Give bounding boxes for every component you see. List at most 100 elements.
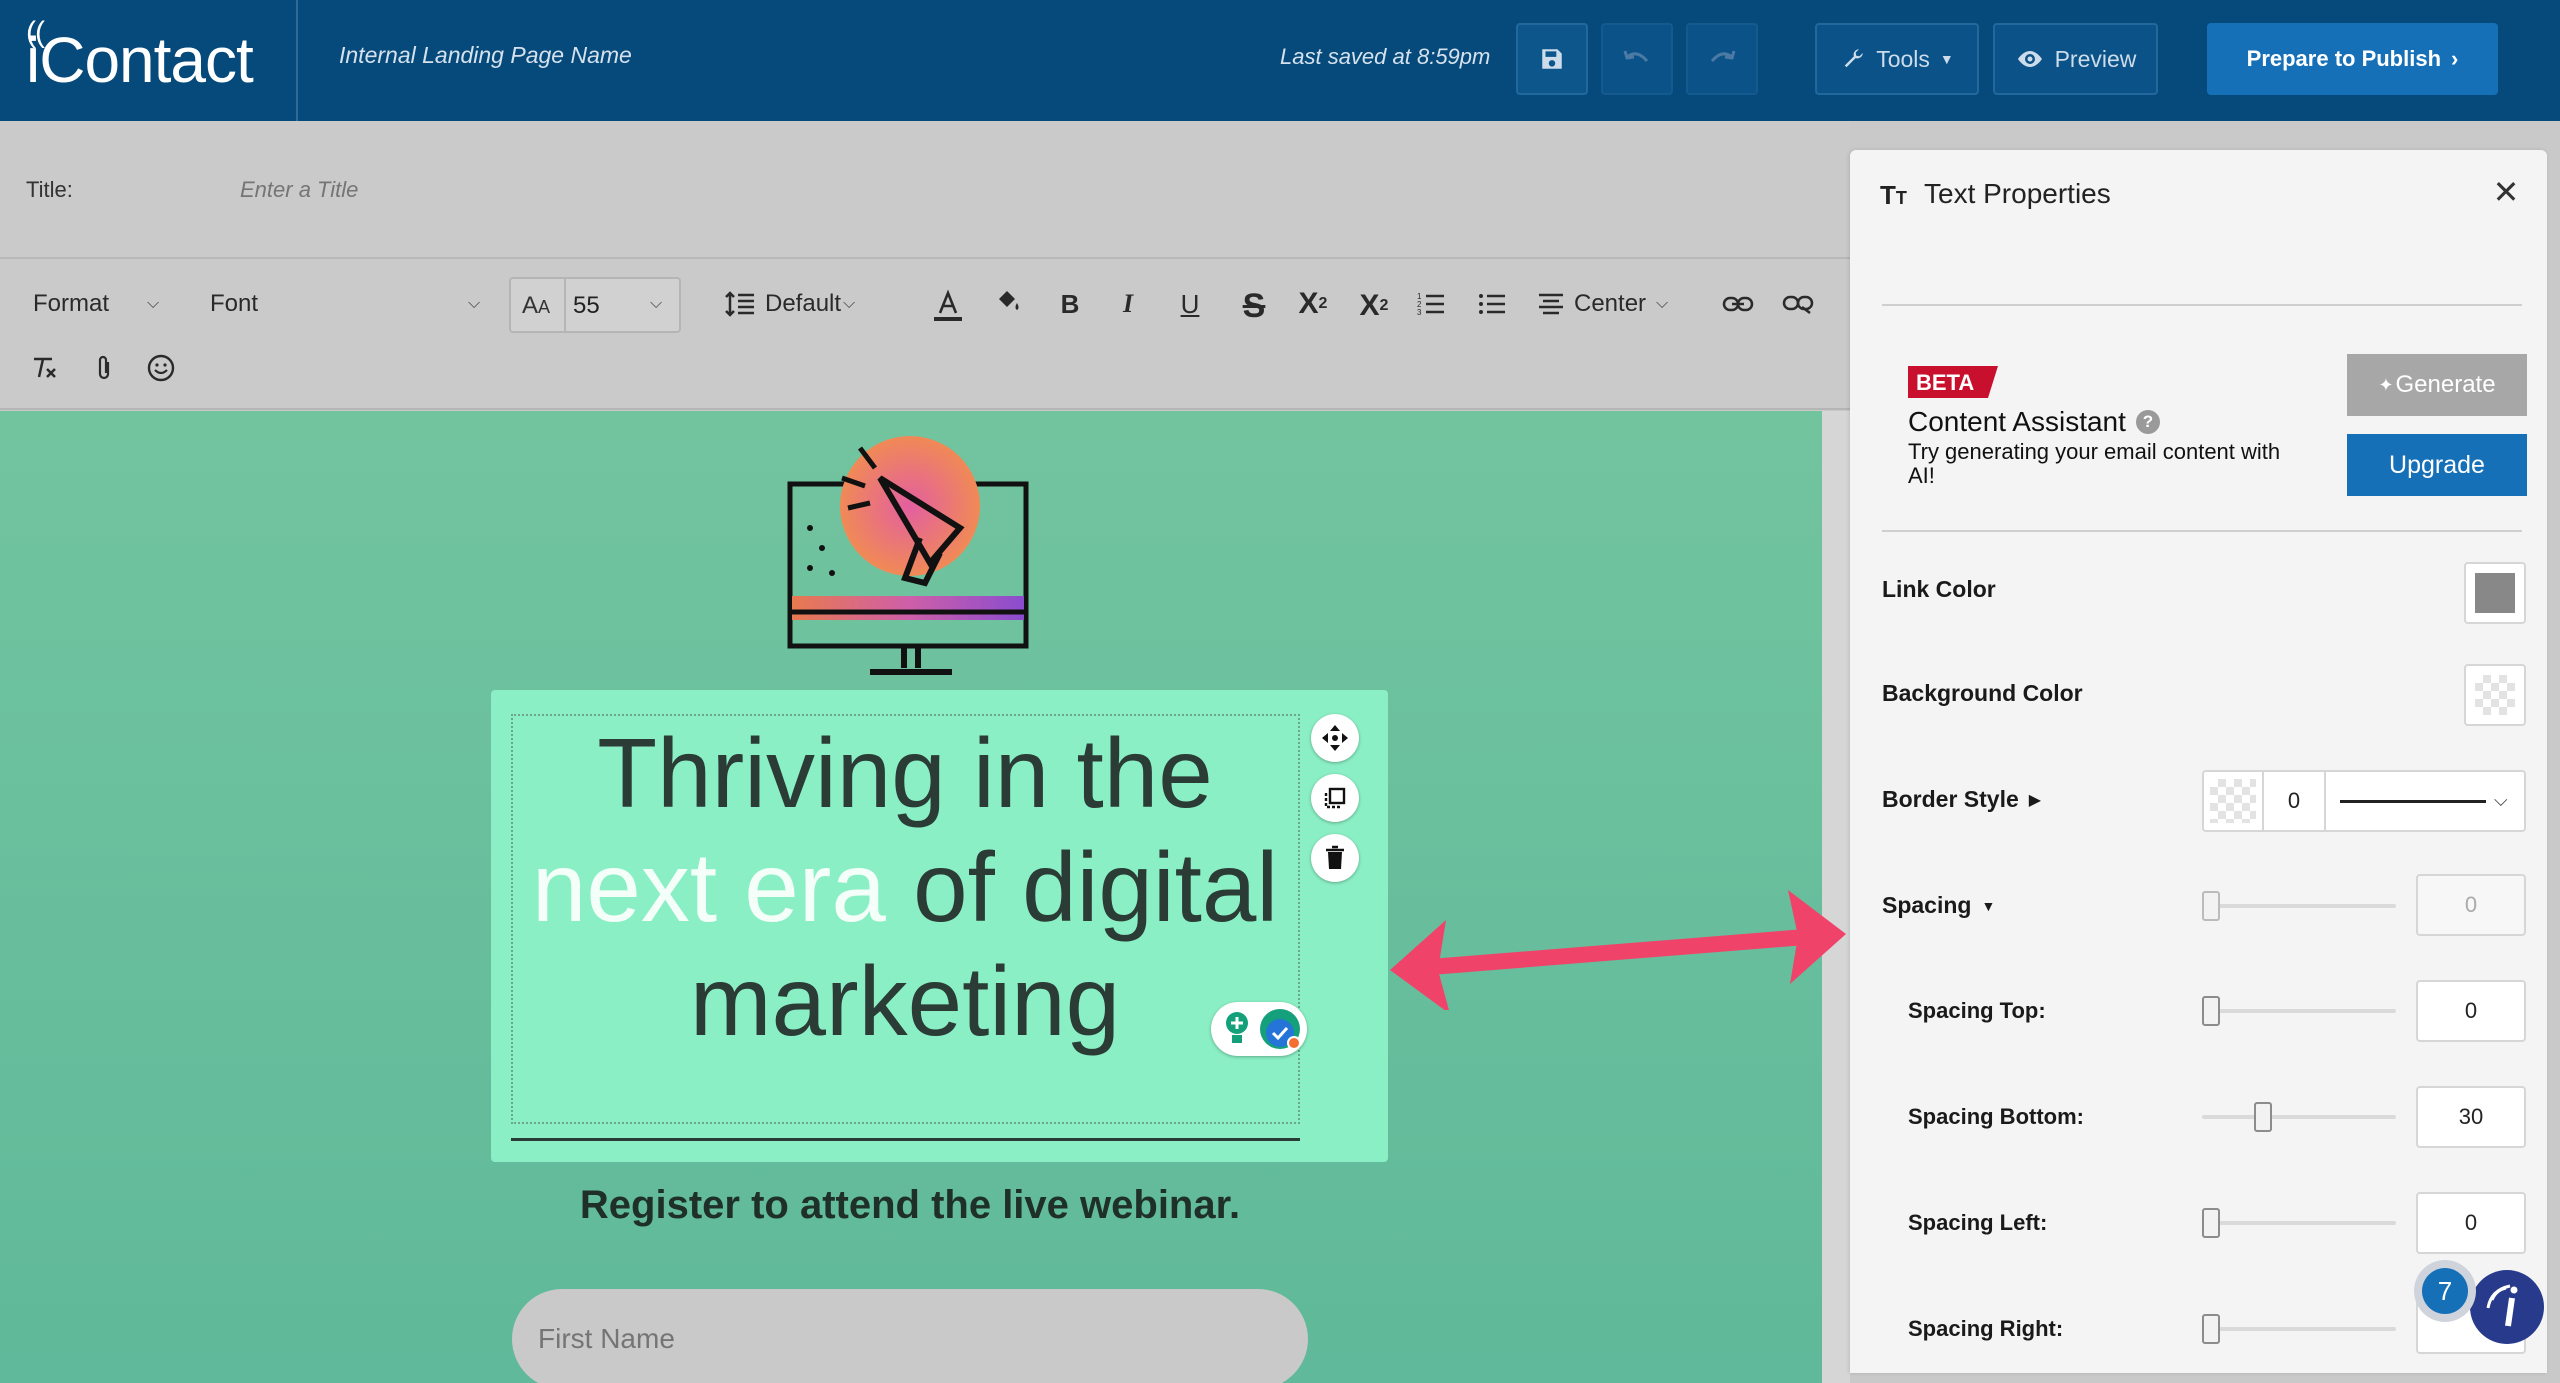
- duplicate-block-button[interactable]: [1311, 774, 1359, 822]
- undo-button[interactable]: [1601, 23, 1673, 95]
- transparent-fill: [2475, 675, 2515, 715]
- spacing-toggle[interactable]: Spacing ▼: [1882, 892, 1995, 919]
- bullet-list-icon[interactable]: [1474, 286, 1510, 322]
- highlight-icon[interactable]: [990, 284, 1026, 320]
- line-height-dropdown[interactable]: Default ⌵: [725, 290, 855, 318]
- ordered-list-icon[interactable]: 123: [1413, 286, 1449, 322]
- redo-button[interactable]: [1686, 23, 1758, 95]
- border-color-swatch[interactable]: [2210, 779, 2256, 823]
- spacing-value[interactable]: 0: [2416, 874, 2526, 936]
- move-block-button[interactable]: [1311, 714, 1359, 762]
- notification-count: 7: [2422, 1268, 2468, 1314]
- slider-thumb[interactable]: [2202, 891, 2220, 921]
- spacing-top-slider[interactable]: [2202, 996, 2396, 1026]
- close-icon[interactable]: ✕: [2486, 172, 2526, 212]
- chevron-down-icon: ⌵: [650, 295, 663, 312]
- chevron-right-icon: ›: [2451, 46, 2459, 71]
- slider-track: [2202, 904, 2396, 908]
- slider-thumb[interactable]: [2202, 1314, 2220, 1344]
- slider-thumb[interactable]: [2202, 1208, 2220, 1238]
- save-button[interactable]: [1516, 23, 1588, 95]
- spacing-top-value[interactable]: 0: [2416, 980, 2526, 1042]
- spacing-left-slider[interactable]: [2202, 1208, 2396, 1238]
- spacing-right-label: Spacing Right:: [1908, 1316, 2064, 1341]
- prepare-to-publish-button[interactable]: Prepare to Publish ›: [2207, 23, 2498, 95]
- subscript-icon[interactable]: X2: [1356, 288, 1392, 324]
- attachment-icon[interactable]: [86, 350, 122, 386]
- spacing-slider[interactable]: [2202, 891, 2396, 921]
- border-style-control[interactable]: 0 ⌵: [2202, 770, 2526, 832]
- format-dropdown[interactable]: Format ⌵: [33, 290, 159, 318]
- spacing-bottom-slider[interactable]: [2202, 1102, 2396, 1132]
- title-label: Title:: [26, 177, 73, 202]
- spacing-left-value[interactable]: 0: [2416, 1192, 2526, 1254]
- content-assistant-label: Content Assistant: [1908, 406, 2126, 437]
- eye-icon: [2017, 51, 2042, 67]
- underline-icon[interactable]: U: [1172, 286, 1208, 322]
- headline-text[interactable]: Thriving in the next era of digital mark…: [515, 716, 1295, 1058]
- emoji-icon[interactable]: [143, 350, 179, 386]
- unlink-icon[interactable]: [1780, 286, 1816, 322]
- line-height-icon: [725, 291, 754, 317]
- headline-part-1: Thriving in the: [597, 718, 1213, 828]
- spacing-right-slider[interactable]: [2202, 1314, 2396, 1344]
- chat-support-button[interactable]: [2470, 1270, 2544, 1344]
- link-icon[interactable]: [1720, 286, 1756, 322]
- internal-page-name[interactable]: Internal Landing Page Name: [339, 42, 632, 69]
- beta-label: BETA: [1916, 370, 1974, 395]
- text-size-icon: AA: [522, 292, 551, 319]
- help-icon[interactable]: ?: [2135, 410, 2160, 434]
- divider: [2324, 772, 2326, 830]
- notification-badge[interactable]: 7: [2414, 1260, 2476, 1322]
- clear-format-icon[interactable]: [26, 350, 62, 386]
- border-width-value[interactable]: 0: [2264, 772, 2324, 830]
- font-dropdown[interactable]: Font ⌵: [210, 290, 480, 318]
- webinar-subtitle[interactable]: Register to attend the live webinar.: [491, 1183, 1329, 1228]
- preview-label: Preview: [2054, 45, 2137, 72]
- slider-thumb[interactable]: [2254, 1102, 2272, 1132]
- slider-thumb[interactable]: [2202, 996, 2220, 1026]
- content-assistant-description: Try generating your email content with A…: [1908, 439, 2281, 488]
- content-assistant-title: Content Assistant ?: [1908, 406, 2160, 438]
- selected-text-block[interactable]: Thriving in the next era of digital mark…: [491, 690, 1388, 1162]
- background-color-swatch[interactable]: [2464, 664, 2526, 726]
- preview-button[interactable]: Preview: [1993, 23, 2158, 95]
- strikethrough-icon[interactable]: S: [1236, 287, 1272, 325]
- chevron-down-icon[interactable]: ⌵: [2494, 790, 2508, 811]
- first-name-input[interactable]: [512, 1289, 1308, 1383]
- megaphone-monitor-illustration[interactable]: [780, 428, 1042, 683]
- annotation-arrow: [1390, 890, 1846, 1010]
- superscript-icon[interactable]: X2: [1295, 286, 1331, 322]
- icontact-chat-icon: [2486, 1284, 2518, 1327]
- border-line-preview: [2340, 800, 2486, 803]
- generate-button[interactable]: ✦ Generate: [2347, 354, 2527, 416]
- upgrade-button[interactable]: Upgrade: [2347, 434, 2527, 496]
- tools-button[interactable]: Tools ▼: [1815, 23, 1979, 95]
- chevron-down-icon: ⌵: [843, 295, 856, 312]
- caret-down-icon: ▼: [1981, 897, 1996, 914]
- spacing-bottom-value[interactable]: 30: [2416, 1086, 2526, 1148]
- link-color-swatch[interactable]: [2464, 562, 2526, 624]
- grammar-assistant-widget[interactable]: [1211, 1002, 1307, 1056]
- caret-down-icon: ▼: [1939, 51, 1954, 67]
- font-size-select[interactable]: AA 55 ⌵: [509, 277, 681, 333]
- border-style-toggle[interactable]: Border Style ▶: [1882, 786, 2041, 813]
- text-type-icon: TT: [1880, 180, 1907, 210]
- bold-icon[interactable]: B: [1052, 286, 1088, 322]
- rich-text-toolbar: Format ⌵ Font ⌵ AA 55 ⌵ Default ⌵ B I U …: [0, 260, 1850, 410]
- text-color-icon[interactable]: [930, 288, 966, 324]
- link-color-fill: [2475, 573, 2515, 613]
- logo-wave-icon: ((: [26, 16, 45, 49]
- icontact-logo[interactable]: (( iContact: [26, 18, 296, 97]
- italic-icon[interactable]: I: [1110, 286, 1146, 322]
- last-saved-text: Last saved at 8:59pm: [1280, 44, 1491, 69]
- trash-icon: [1326, 845, 1344, 869]
- delete-block-button[interactable]: [1311, 834, 1359, 882]
- spacing-label: Spacing: [1882, 892, 1972, 918]
- title-input[interactable]: [240, 177, 840, 203]
- chevron-down-icon: ⌵: [1656, 295, 1669, 312]
- align-dropdown[interactable]: Center ⌵: [1538, 290, 1668, 318]
- tools-label: Tools: [1876, 45, 1930, 72]
- slider-track: [2202, 1009, 2396, 1013]
- link-color-label: Link Color: [1882, 576, 1996, 602]
